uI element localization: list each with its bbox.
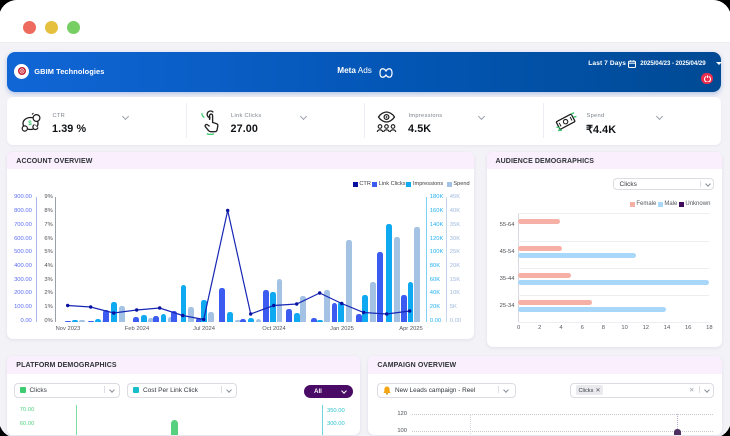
- svg-text:$: $: [29, 120, 33, 127]
